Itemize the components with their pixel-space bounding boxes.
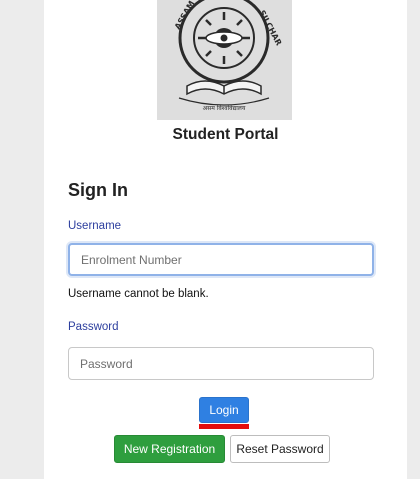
logo-text-bottom: असम विश्वविद्यालय [203, 104, 246, 112]
password-input[interactable] [68, 347, 374, 380]
login-button[interactable]: Login [199, 397, 249, 423]
login-underline-mark [199, 424, 249, 429]
username-input[interactable] [68, 243, 374, 276]
signin-heading: Sign In [68, 180, 128, 200]
page-title: Student Portal [172, 126, 279, 143]
password-label: Password [68, 321, 119, 333]
username-label: Username [68, 220, 122, 232]
university-logo: ASSAM UN SILCHAR असम विश्वविद्यालय [157, 0, 292, 120]
login-card: ASSAM UN SILCHAR असम विश्वविद्यालय Stude… [44, 0, 407, 479]
username-error-message: Username cannot be blank. [68, 288, 209, 300]
new-registration-button[interactable]: New Registration [114, 435, 225, 463]
university-emblem-icon: ASSAM UN SILCHAR असम विश्वविद्यालय [157, 0, 292, 120]
reset-password-button[interactable]: Reset Password [230, 435, 330, 463]
